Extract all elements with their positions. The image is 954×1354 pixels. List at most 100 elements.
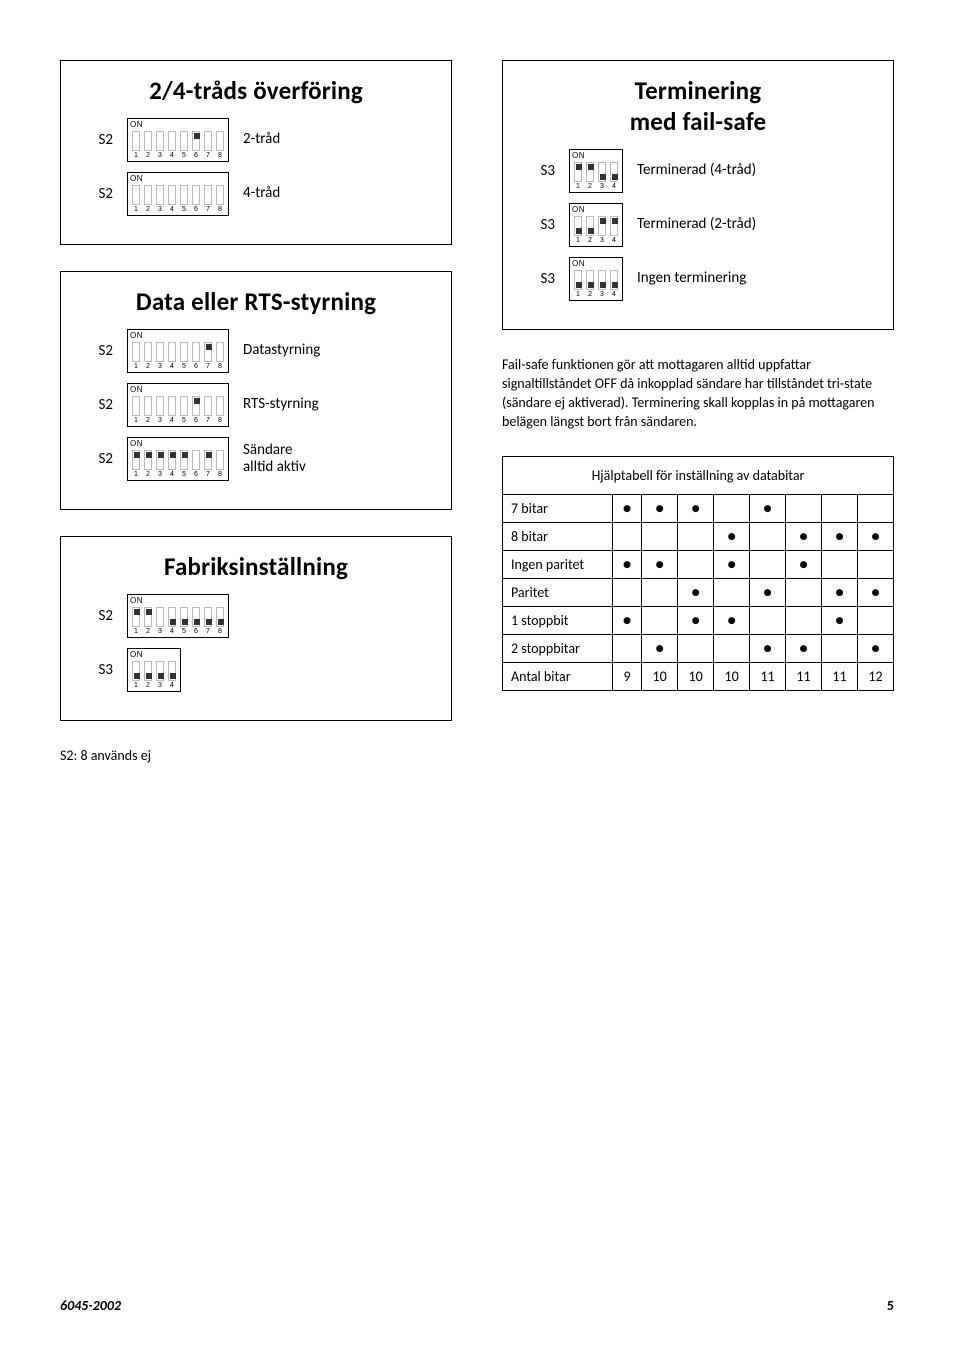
cell [714, 634, 750, 662]
cell: ● [857, 634, 893, 662]
cell [750, 550, 786, 578]
cell: ● [678, 578, 714, 606]
dip-rows-3: S2 ON12345678 S3 ON1234 [79, 594, 433, 692]
cell [786, 494, 822, 522]
dip-switch: ON1234 [127, 648, 181, 692]
box-fabrik: Fabriksinställning S2 ON12345678 S3 ON1234 [60, 536, 452, 721]
dip-switch: ON12345678 [127, 118, 229, 162]
cell: ● [857, 522, 893, 550]
cell: ● [714, 522, 750, 550]
row-desc: Sändarealltid aktiv [243, 442, 306, 477]
cell: ● [750, 494, 786, 522]
helper-body: 7 bitar●●●●8 bitar●●●●Ingen paritet●●●●P… [503, 494, 894, 690]
cell: ● [857, 578, 893, 606]
cell [822, 494, 858, 522]
cell [750, 522, 786, 550]
helper-caption: Hjälptabell för inställning av databitar [502, 456, 894, 494]
dip-switch: ON12345678 [127, 172, 229, 216]
note-s2-8: S2: 8 används ej [60, 747, 452, 764]
row-label: Antal bitar [503, 662, 613, 690]
switch-label: S2 [79, 185, 113, 203]
row-desc: Ingen terminering [637, 270, 746, 287]
cell: ● [642, 550, 678, 578]
cell [857, 550, 893, 578]
dip-rows-2: S2 ON12345678 Datastyrning S2ON12345678RTS-… [79, 329, 433, 481]
row-desc: Datastyrning [243, 342, 320, 359]
cell: ● [786, 522, 822, 550]
row-label: Paritet [503, 578, 613, 606]
cell: ● [786, 550, 822, 578]
dip-row: S3ON1234Terminerad (4-tråd) [521, 149, 875, 193]
cell: ● [678, 606, 714, 634]
row-label: 1 stoppbit [503, 606, 613, 634]
cell: ● [678, 494, 714, 522]
box-title: Fabriksinställning [79, 551, 433, 582]
dip-row: S2ON12345678RTS-styrning [79, 383, 433, 427]
cell: 10 [678, 662, 714, 690]
row-desc: 2-tråd [243, 131, 280, 148]
switch-label: S2 [79, 607, 113, 625]
cell [857, 494, 893, 522]
cell: ● [750, 578, 786, 606]
dip-switch: ON12345678 [127, 594, 229, 638]
box-title: Termineringmed fail-safe [521, 75, 875, 137]
failsafe-paragraph: Fail-safe funktionen gör att mottagaren … [502, 356, 894, 432]
table-row: 1 stoppbit●●●● [503, 606, 894, 634]
cell [857, 606, 893, 634]
switch-label: S3 [79, 661, 113, 679]
cell [822, 550, 858, 578]
cell: 9 [613, 662, 642, 690]
switch-label: S3 [521, 216, 555, 234]
cell [613, 634, 642, 662]
dip-row: S3ON1234Terminerad (2-tråd) [521, 203, 875, 247]
switch-label: S2 [79, 131, 113, 149]
dip-row: S2 ON12345678 2-tråd [79, 118, 433, 162]
table-row: Paritet●●●● [503, 578, 894, 606]
cell [822, 634, 858, 662]
dip-row: S2 ON12345678 Datastyrning [79, 329, 433, 373]
right-column: Termineringmed fail-safe S3ON1234Termine… [502, 60, 894, 764]
cell: ● [613, 606, 642, 634]
cell [714, 494, 750, 522]
table-row: Ingen paritet●●●● [503, 550, 894, 578]
table-row: 2 stoppbitar●●●● [503, 634, 894, 662]
box-terminering: Termineringmed fail-safe S3ON1234Termine… [502, 60, 894, 330]
cell: 10 [714, 662, 750, 690]
row-label: Ingen paritet [503, 550, 613, 578]
left-column: 2/4-tråds överföring S2ON123456782-trådS… [60, 60, 452, 764]
dip-rows-4: S3ON1234Terminerad (4-tråd) S3ON1234Termi… [521, 149, 875, 301]
cell: ● [613, 494, 642, 522]
cell [714, 578, 750, 606]
cell: ● [786, 634, 822, 662]
row-desc: Terminerad (4-tråd) [637, 162, 756, 179]
box-2-4-trads: 2/4-tråds överföring S2ON123456782-trådS… [60, 60, 452, 245]
cell [678, 522, 714, 550]
switch-label: S2 [79, 342, 113, 360]
cell [678, 550, 714, 578]
cell: ● [714, 550, 750, 578]
cell [642, 522, 678, 550]
cell: 11 [786, 662, 822, 690]
cell: 11 [822, 662, 858, 690]
dip-switch: ON12345678 [127, 329, 229, 373]
switch-label: S2 [79, 396, 113, 414]
cell: ● [822, 606, 858, 634]
helper-table: Hjälptabell för inställning av databitar… [502, 456, 894, 691]
doc-id: 6045-2002 [60, 1297, 121, 1314]
row-desc: RTS-styrning [243, 396, 319, 413]
box-data-rts: Data eller RTS-styrning S2 ON12345678 Data… [60, 271, 452, 510]
dip-row: S2 ON12345678 [79, 594, 433, 638]
page-number: 5 [887, 1297, 894, 1314]
cell: ● [642, 634, 678, 662]
cell [642, 606, 678, 634]
switch-label: S3 [521, 270, 555, 288]
dip-rows-1: S2 ON12345678 2-tråd S2 ON12345678 4-tråd [79, 118, 433, 216]
cell: ● [750, 634, 786, 662]
dip-row: S2ON12345678Sändarealltid aktiv [79, 437, 433, 481]
cell [786, 578, 822, 606]
box-title: Data eller RTS-styrning [79, 286, 433, 317]
cell: ● [822, 522, 858, 550]
row-desc: 4-tråd [243, 185, 280, 202]
row-desc: Terminerad (2-tråd) [637, 216, 756, 233]
cell: ● [714, 606, 750, 634]
